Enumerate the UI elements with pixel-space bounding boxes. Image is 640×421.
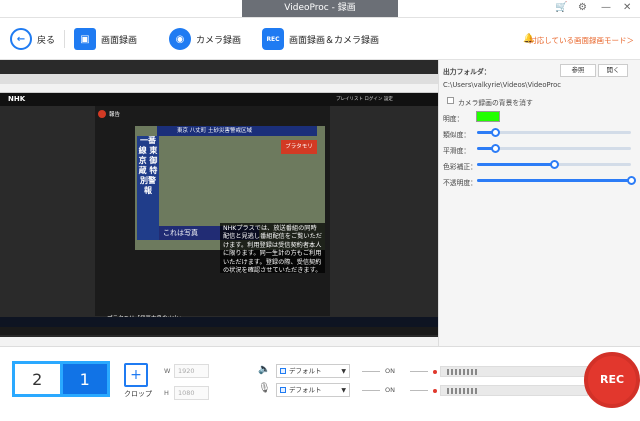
browse-button[interactable]: 参照 bbox=[560, 64, 596, 77]
slider-knob[interactable] bbox=[627, 176, 636, 185]
opacity-slider[interactable] bbox=[477, 176, 636, 185]
mic-select[interactable]: デフォルト ▼ bbox=[276, 383, 350, 397]
slider-label-similarity: 類似度： bbox=[443, 131, 471, 139]
recording-preview[interactable]: NHK プレイリスト ログイン 設定 報告 東京 八丈町 土砂災害警戒区域 一番… bbox=[0, 60, 438, 337]
link-line bbox=[362, 390, 380, 391]
browser-tab-strip bbox=[0, 74, 438, 84]
speaker-checkbox[interactable] bbox=[280, 368, 286, 374]
link-line bbox=[362, 371, 380, 372]
back-arrow-icon: ← bbox=[10, 28, 32, 50]
mic-checkbox[interactable] bbox=[280, 387, 286, 393]
cart-icon[interactable]: 🛒 bbox=[555, 2, 567, 13]
level-bars bbox=[447, 388, 477, 394]
title-bar: VideoProc - 録画 🛒 ⚙ — ✕ bbox=[0, 0, 640, 18]
screen-camera-record-button[interactable]: REC 画面録画＆カメラ録画 bbox=[262, 26, 379, 52]
similarity-slider[interactable] bbox=[477, 128, 631, 137]
speaker-level-meter bbox=[433, 366, 588, 377]
mic-state: ON bbox=[385, 386, 395, 394]
remove-background-label: カメラ録画の背景を消す bbox=[458, 99, 533, 107]
mic-level-meter bbox=[433, 385, 588, 396]
screen-selector: 2 1 bbox=[12, 361, 110, 397]
color-correction-slider[interactable] bbox=[477, 160, 631, 169]
screen-record-button[interactable]: ▣ 画面録画 bbox=[74, 26, 137, 52]
slider-label-smoothness: 平滑度： bbox=[443, 147, 471, 155]
bottom-bar: 2 1 + クロップ W 1920 H 1080 🔈 デフォルト ▼ 🎙 デフォ… bbox=[0, 346, 640, 421]
crop-icon[interactable]: + bbox=[124, 363, 148, 387]
video-page: 報告 東京 八丈町 土砂災害警戒区域 一番線 東京 御蔵 特別警報 ブラタモリ … bbox=[95, 106, 330, 322]
toolbar-divider bbox=[64, 30, 65, 48]
mic-select-value: デフォルト bbox=[289, 386, 322, 394]
chevron-down-icon: ▼ bbox=[341, 387, 346, 394]
width-label: W bbox=[164, 367, 171, 375]
screen-record-label: 画面録画 bbox=[101, 35, 138, 46]
level-dot-icon bbox=[433, 389, 437, 393]
minimize-icon[interactable]: — bbox=[601, 2, 611, 13]
chroma-label: 明度： bbox=[443, 115, 464, 123]
gear-icon[interactable]: ⚙ bbox=[578, 2, 587, 13]
close-icon[interactable]: ✕ bbox=[623, 2, 631, 13]
browser-address-bar bbox=[0, 84, 438, 93]
height-label: H bbox=[164, 389, 169, 397]
supported-modes-link[interactable]: 対応している画面録画モード＞ bbox=[529, 35, 634, 46]
site-header: NHK プレイリスト ログイン 設定 bbox=[0, 93, 438, 106]
camera-record-label: カメラ録画 bbox=[196, 35, 242, 46]
remove-background-checkbox[interactable] bbox=[447, 97, 454, 104]
report-dot-icon bbox=[98, 110, 106, 118]
window-title: VideoProc - 録画 bbox=[242, 0, 398, 17]
chevron-down-icon: ▼ bbox=[341, 368, 346, 375]
os-taskbar bbox=[0, 317, 438, 327]
level-bars bbox=[447, 369, 477, 375]
screen-1-button[interactable]: 1 bbox=[62, 364, 107, 394]
slider-label-opacity: 不透明度： bbox=[443, 179, 477, 187]
vertical-caption: 一番線 東京 御蔵 特別警報 bbox=[137, 136, 159, 240]
crop-label: クロップ bbox=[124, 390, 152, 398]
camera-record-button[interactable]: ◉ カメラ録画 bbox=[169, 26, 241, 52]
level-dot-icon bbox=[433, 370, 437, 374]
open-button[interactable]: 開く bbox=[598, 64, 628, 77]
output-folder-label: 出力フォルダ： bbox=[443, 68, 491, 76]
screen-2-button[interactable]: 2 bbox=[15, 364, 60, 394]
speaker-select-value: デフォルト bbox=[289, 367, 322, 375]
speaker-select[interactable]: デフォルト ▼ bbox=[276, 364, 350, 378]
toolbar: ← 戻る ▣ 画面録画 ◉ カメラ録画 REC 画面録画＆カメラ録画 🔔 対応し… bbox=[0, 18, 640, 60]
speaker-icon[interactable]: 🔈 bbox=[258, 364, 270, 375]
monitor-icon: ▣ bbox=[74, 28, 96, 50]
rec-button[interactable]: REC bbox=[584, 352, 640, 408]
chroma-color-swatch[interactable] bbox=[476, 111, 500, 122]
link-line bbox=[410, 390, 428, 391]
slider-knob[interactable] bbox=[550, 160, 559, 169]
mic-icon[interactable]: 🎙 bbox=[258, 383, 271, 394]
width-input[interactable]: 1920 bbox=[174, 364, 209, 378]
back-label: 戻る bbox=[37, 35, 56, 46]
site-logo: NHK bbox=[8, 95, 26, 103]
camera-icon: ◉ bbox=[169, 28, 191, 50]
speaker-state: ON bbox=[385, 367, 395, 375]
program-logo: ブラタモリ bbox=[281, 140, 317, 154]
screen-camera-record-label: 画面録画＆カメラ録画 bbox=[289, 35, 380, 46]
slider-label-color-correction: 色彩補正： bbox=[443, 163, 477, 171]
notice-overlay: NHKプラスでは、放送番組の同時配信と見逃し番組配信をご覧いただけます。利用登録… bbox=[220, 223, 325, 274]
news-banner: 東京 八丈町 土砂災害警戒区域 bbox=[157, 126, 317, 136]
smoothness-slider[interactable] bbox=[477, 144, 631, 153]
folder-path: C:\Users\valkyrie\Videos\VideoProc bbox=[443, 81, 562, 89]
link-line bbox=[410, 371, 428, 372]
rec-badge-icon: REC bbox=[262, 28, 284, 50]
report-badge: 報告 bbox=[109, 112, 121, 118]
height-input[interactable]: 1080 bbox=[174, 386, 209, 400]
site-header-links: プレイリスト ログイン 設定 bbox=[336, 97, 393, 102]
back-button[interactable]: ← 戻る bbox=[10, 26, 55, 52]
